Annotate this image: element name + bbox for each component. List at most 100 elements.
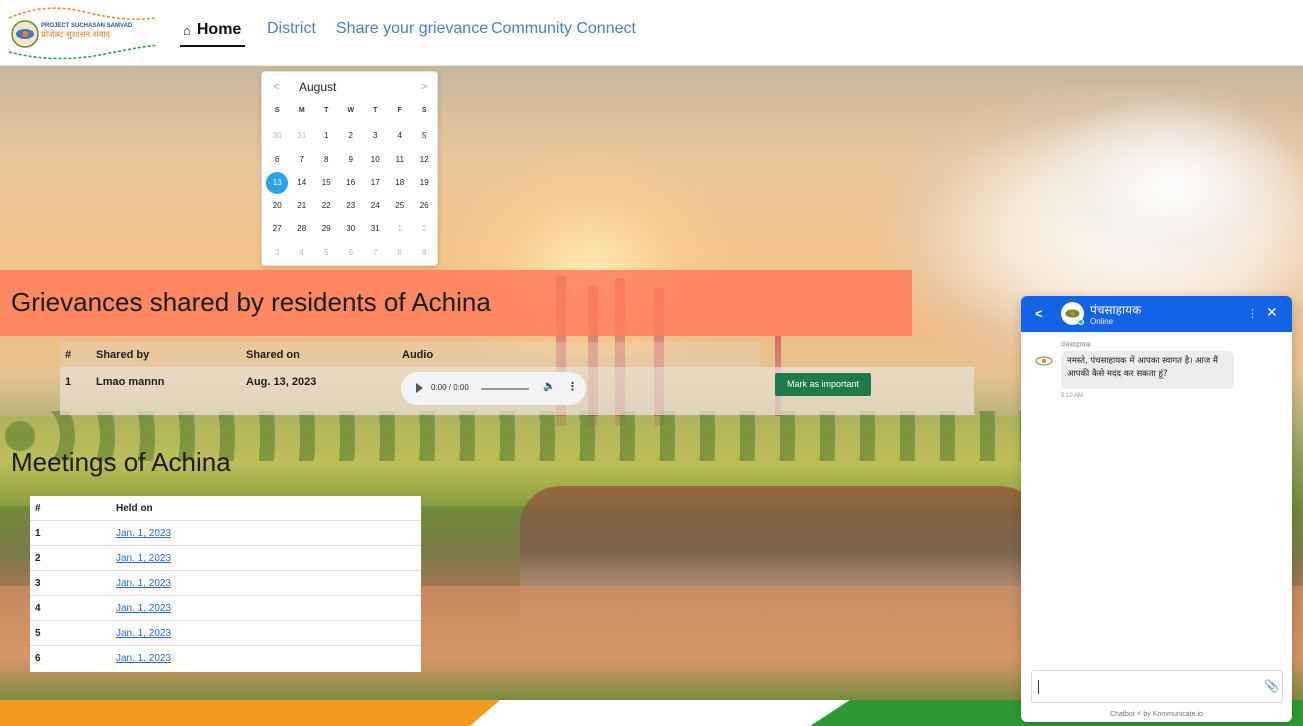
calendar-day[interactable]: 7	[290, 148, 315, 171]
calendar-weekday-label: S	[274, 107, 280, 114]
meetings-title: Meetings of Achina	[11, 447, 231, 477]
calendar-day[interactable]: 6	[339, 241, 364, 264]
table-row: 4 Jan. 1, 2023	[30, 596, 421, 621]
nav-share-grievance-link[interactable]: Share your grievance	[336, 20, 488, 38]
calendar-day[interactable]: 23	[339, 194, 364, 217]
volume-icon[interactable]: 🔈	[543, 381, 555, 392]
calendar-next-month-button[interactable]: >	[421, 81, 427, 93]
calendar-day[interactable]: 8	[314, 148, 339, 171]
header-num: #	[35, 503, 41, 514]
calendar-day[interactable]: 3	[265, 241, 290, 264]
calendar-day[interactable]: 14	[290, 171, 315, 194]
online-status-dot	[1078, 319, 1084, 325]
calendar-weekday-label: S	[421, 107, 427, 114]
chatbot-widget: < पंचसाहायक Online ⋮ ✕ पंचसाहायक नमस्ते,…	[1021, 296, 1292, 722]
home-icon: ⌂	[183, 23, 191, 38]
bot-message-bubble: नमस्ते, पंचसाहायक में आपका स्वागत है। आज…	[1061, 351, 1234, 389]
calendar-day[interactable]: 11	[388, 148, 413, 171]
calendar-day[interactable]: 31	[290, 124, 315, 147]
header-shared-on: Shared on	[246, 349, 300, 361]
table-row: 2 Jan. 1, 2023	[30, 546, 421, 571]
row-shared-by: Lmao mannn	[96, 376, 165, 388]
calendar-day[interactable]: 9	[412, 241, 437, 264]
back-icon[interactable]: <	[1035, 306, 1043, 321]
attachment-icon[interactable]: 📎	[1264, 679, 1279, 693]
calendar-day[interactable]: 5	[314, 241, 339, 264]
chatbot-name: पंचसाहायक	[1090, 303, 1142, 317]
calendar-day[interactable]: 7	[363, 241, 388, 264]
meeting-date-link[interactable]: Jan. 1, 2023	[116, 528, 171, 539]
project-logo[interactable]: PROJECT SUCHASAN SAMVAD प्रोजेक्ट सुशासन…	[5, 4, 157, 62]
row-num: 6	[35, 653, 41, 664]
calendar-day[interactable]: 30	[265, 124, 290, 147]
meeting-date-link[interactable]: Jan. 1, 2023	[116, 578, 171, 589]
calendar-day[interactable]: 31	[363, 217, 388, 240]
close-icon[interactable]: ✕	[1266, 304, 1278, 321]
avatar	[1061, 302, 1084, 325]
chatbot-powered-by: Chatbot ⚡ by Kommunicate.io	[1110, 711, 1203, 718]
grievances-table-header: # Shared by Shared on Audio	[60, 342, 974, 367]
header-shared-by: Shared by	[96, 349, 150, 361]
nav-home-link[interactable]: ⌂ Home	[180, 14, 246, 47]
calendar-weekday-label: F	[397, 107, 402, 114]
calendar-day[interactable]: 28	[290, 217, 315, 240]
table-row: 3 Jan. 1, 2023	[30, 571, 421, 596]
row-num: 5	[35, 628, 41, 639]
meeting-date-link[interactable]: Jan. 1, 2023	[116, 653, 171, 664]
more-options-icon[interactable]: ⋮	[567, 380, 578, 393]
calendar-day[interactable]: 26	[412, 194, 437, 217]
row-num: 4	[35, 603, 41, 614]
calendar-day[interactable]: 19	[412, 171, 437, 194]
header-held-on: Held on	[116, 503, 153, 514]
calendar-day[interactable]: 1	[388, 217, 413, 240]
calendar-day[interactable]: 16	[339, 171, 364, 194]
calendar-day-selected[interactable]: 13	[265, 171, 290, 194]
meeting-date-link[interactable]: Jan. 1, 2023	[116, 553, 171, 564]
nav-community-connect-link[interactable]: Community Connect	[491, 20, 636, 38]
audio-time: 0:00 / 0:00	[431, 383, 469, 392]
nav-district-link[interactable]: District	[267, 20, 316, 38]
calendar-day[interactable]: 18	[388, 171, 413, 194]
calendar-day[interactable]: 15	[314, 171, 339, 194]
calendar-day[interactable]: 17	[363, 171, 388, 194]
calendar-day[interactable]: 4	[290, 241, 315, 264]
calendar-day[interactable]: 30	[339, 217, 364, 240]
grievances-table: # Shared by Shared on Audio 1 Lmao mannn…	[60, 342, 974, 415]
chatbot-status: Online	[1090, 317, 1114, 326]
calendar-day[interactable]: 29	[314, 217, 339, 240]
calendar-day[interactable]: 9	[339, 148, 364, 171]
calendar-day[interactable]: 27	[265, 217, 290, 240]
calendar-day[interactable]: 22	[314, 194, 339, 217]
calendar-day[interactable]: 24	[363, 194, 388, 217]
calendar-day[interactable]: 5	[412, 124, 437, 147]
calendar-prev-month-button[interactable]: <	[273, 81, 279, 93]
table-row: 1 Jan. 1, 2023	[30, 521, 421, 546]
bot-logo-icon	[1034, 354, 1054, 368]
calendar-day[interactable]: 1	[314, 124, 339, 147]
logo-graphic: PROJECT SUCHASAN SAMVAD प्रोजेक्ट सुशासन…	[8, 7, 156, 60]
audio-player: 0:00 / 0:00 🔈 ⋮	[401, 372, 586, 405]
calendar-day[interactable]: 4	[388, 124, 413, 147]
grievances-section-header: Grievances shared by residents of Achina	[0, 270, 912, 336]
calendar-day[interactable]: 6	[265, 148, 290, 171]
calendar-day[interactable]: 12	[412, 148, 437, 171]
play-icon[interactable]	[416, 383, 423, 393]
chatbot-header: < पंचसाहायक Online ⋮ ✕	[1021, 296, 1292, 332]
audio-seek-bar[interactable]	[481, 388, 529, 390]
calendar-day[interactable]: 2	[412, 217, 437, 240]
meeting-date-link[interactable]: Jan. 1, 2023	[116, 628, 171, 639]
more-options-icon[interactable]: ⋮	[1247, 307, 1258, 320]
svg-text:PROJECT SUCHASAN SAMVAD: PROJECT SUCHASAN SAMVAD	[41, 23, 133, 29]
calendar-day[interactable]: 8	[388, 241, 413, 264]
mark-as-important-button[interactable]: Mark as important	[775, 373, 871, 396]
date-picker-calendar: < August > S M T W T F S 30 31 1 2 3 4 5 6 7 8 9 10 11 12 13 1…	[261, 71, 438, 266]
calendar-day[interactable]: 3	[363, 124, 388, 147]
calendar-day[interactable]: 10	[363, 148, 388, 171]
meeting-date-link[interactable]: Jan. 1, 2023	[116, 603, 171, 614]
calendar-week-row: 13 14 15 16 17 18 19	[265, 171, 437, 194]
calendar-day[interactable]: 2	[339, 124, 364, 147]
calendar-day[interactable]: 21	[290, 194, 315, 217]
chat-message-input[interactable]: 📎	[1031, 670, 1283, 703]
calendar-day[interactable]: 20	[265, 194, 290, 217]
calendar-day[interactable]: 25	[388, 194, 413, 217]
